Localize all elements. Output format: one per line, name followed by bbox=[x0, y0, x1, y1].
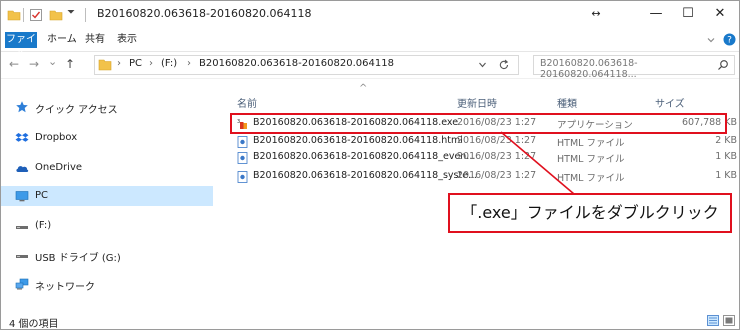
address-dropdown-icon[interactable] bbox=[478, 61, 487, 69]
file-name: B20160820.063618-20160820.064118_even... bbox=[253, 151, 476, 162]
file-name: B20160820.063618-20160820.064118_syste..… bbox=[253, 170, 478, 181]
close-button[interactable]: ✕ bbox=[709, 5, 731, 23]
tab-view[interactable]: 表示 bbox=[117, 32, 137, 48]
customize-quick-access-icon[interactable]: ⏷ bbox=[67, 7, 75, 21]
file-row-html[interactable]: B20160820.063618-20160820.064118.html 20… bbox=[227, 135, 737, 149]
annotation-callout: 「.exe」ファイルをダブルクリック bbox=[448, 193, 732, 233]
back-button[interactable]: ← bbox=[9, 57, 19, 71]
file-size: 1 KB bbox=[715, 170, 737, 181]
nav-label: PC bbox=[35, 190, 49, 201]
breadcrumb-separator: › bbox=[187, 58, 191, 69]
navigation-pane: クイック アクセス Dropbox OneDrive PC (F:) USB ド… bbox=[1, 79, 219, 311]
nav-item-dropbox[interactable]: Dropbox bbox=[1, 128, 213, 148]
breadcrumb-separator: › bbox=[149, 58, 153, 69]
minimize-button[interactable]: — bbox=[645, 5, 667, 23]
file-date: 2016/08/23 1:27 bbox=[457, 170, 537, 181]
file-date: 2016/08/23 1:27 bbox=[457, 151, 537, 162]
chevron-down-icon[interactable] bbox=[706, 35, 716, 45]
folder-icon bbox=[7, 10, 21, 21]
exe-highlight-box bbox=[230, 113, 727, 134]
address-row: ← → ⌄ ↑ › PC › (F:) › B20160820.063618-2… bbox=[1, 52, 739, 80]
tab-file[interactable]: ファイル bbox=[5, 32, 37, 61]
address-bar[interactable]: › PC › (F:) › B20160820.063618-20160820.… bbox=[94, 55, 519, 75]
file-size: 1 KB bbox=[715, 151, 737, 162]
nav-item-pc[interactable]: PC bbox=[1, 186, 213, 206]
recent-locations-button[interactable]: ⌄ bbox=[48, 55, 57, 68]
title-bar: ⏷ B20160820.063618-20160820.064118 ↔ — ☐… bbox=[1, 1, 739, 29]
status-bar: 4 個の項目 bbox=[1, 313, 739, 330]
onedrive-cloud-icon bbox=[16, 166, 29, 172]
svg-text:?: ? bbox=[727, 36, 732, 46]
maximize-button[interactable]: ☐ bbox=[677, 5, 699, 23]
quick-access-star-icon bbox=[16, 101, 28, 113]
column-header-name[interactable]: 名前 bbox=[237, 95, 257, 110]
file-date: 2016/08/23 1:27 bbox=[457, 135, 537, 146]
column-header-size[interactable]: サイズ bbox=[655, 95, 685, 110]
folder-icon bbox=[98, 59, 112, 71]
window-title: B20160820.063618-20160820.064118 bbox=[97, 7, 312, 20]
html-file-icon bbox=[237, 171, 248, 183]
search-icon[interactable] bbox=[717, 59, 729, 71]
title-separator bbox=[23, 8, 26, 22]
breadcrumb-separator: › bbox=[117, 58, 121, 69]
file-row-html-events[interactable]: B20160820.063618-20160820.064118_even...… bbox=[227, 151, 737, 165]
resize-icon[interactable]: ↔ bbox=[585, 5, 607, 23]
tab-home[interactable]: ホーム bbox=[47, 32, 77, 48]
forward-button[interactable]: → bbox=[29, 57, 39, 71]
title-separator-2 bbox=[85, 8, 88, 22]
file-name: B20160820.063618-20160820.064118.html bbox=[253, 135, 463, 146]
usb-drive-icon bbox=[16, 255, 28, 258]
item-count: 4 個の項目 bbox=[9, 319, 59, 330]
search-placeholder: B20160820.063618-20160820.064118... bbox=[540, 58, 638, 80]
ribbon-tabs: ファイル ホーム 共有 表示 ? bbox=[1, 29, 739, 61]
file-size: 2 KB bbox=[715, 135, 737, 146]
up-button[interactable]: ↑ bbox=[65, 57, 75, 71]
new-folder-icon[interactable] bbox=[49, 8, 63, 22]
html-file-icon bbox=[237, 152, 248, 164]
nav-label: OneDrive bbox=[35, 162, 83, 173]
breadcrumb-drive-f[interactable]: (F:) bbox=[161, 58, 177, 69]
nav-item-quick-access[interactable]: クイック アクセス bbox=[1, 97, 213, 117]
pc-monitor-icon bbox=[15, 191, 29, 202]
nav-label: USB ドライブ (G:) bbox=[35, 253, 121, 264]
nav-label: Dropbox bbox=[35, 132, 78, 143]
column-header-date[interactable]: 更新日時 bbox=[457, 95, 497, 110]
details-view-icon[interactable] bbox=[707, 315, 719, 326]
column-header-type[interactable]: 種類 bbox=[557, 95, 577, 110]
refresh-icon[interactable] bbox=[498, 59, 510, 71]
large-icons-view-icon[interactable] bbox=[723, 315, 735, 326]
breadcrumb-pc[interactable]: PC bbox=[129, 58, 142, 69]
nav-item-drive-f[interactable]: (F:) bbox=[1, 216, 213, 236]
explorer-window: ⏷ B20160820.063618-20160820.064118 ↔ — ☐… bbox=[0, 0, 740, 330]
drive-icon bbox=[16, 226, 28, 229]
nav-label: クイック アクセス bbox=[35, 105, 118, 116]
nav-label: (F:) bbox=[35, 220, 52, 231]
properties-check-icon[interactable] bbox=[29, 8, 43, 22]
html-file-icon bbox=[237, 136, 248, 148]
nav-item-network[interactable]: ネットワーク bbox=[1, 274, 213, 294]
breadcrumb-current-folder[interactable]: B20160820.063618-20160820.064118 bbox=[199, 58, 394, 69]
file-type: HTML ファイル bbox=[557, 173, 625, 184]
help-icon[interactable]: ? bbox=[723, 33, 736, 46]
search-input[interactable]: B20160820.063618-20160820.064118... bbox=[533, 55, 735, 80]
nav-label: ネットワーク bbox=[35, 282, 95, 293]
dropbox-icon bbox=[15, 133, 29, 142]
file-row-html-system[interactable]: B20160820.063618-20160820.064118_syste..… bbox=[227, 170, 737, 184]
nav-item-onedrive[interactable]: OneDrive bbox=[1, 158, 213, 178]
sort-indicator-icon: ^ bbox=[359, 83, 368, 94]
tab-share[interactable]: 共有 bbox=[85, 32, 105, 48]
file-type: HTML ファイル bbox=[557, 138, 625, 149]
network-icon bbox=[15, 278, 29, 290]
file-type: HTML ファイル bbox=[557, 154, 625, 165]
nav-item-usb-drive-g[interactable]: USB ドライブ (G:) bbox=[1, 245, 213, 265]
